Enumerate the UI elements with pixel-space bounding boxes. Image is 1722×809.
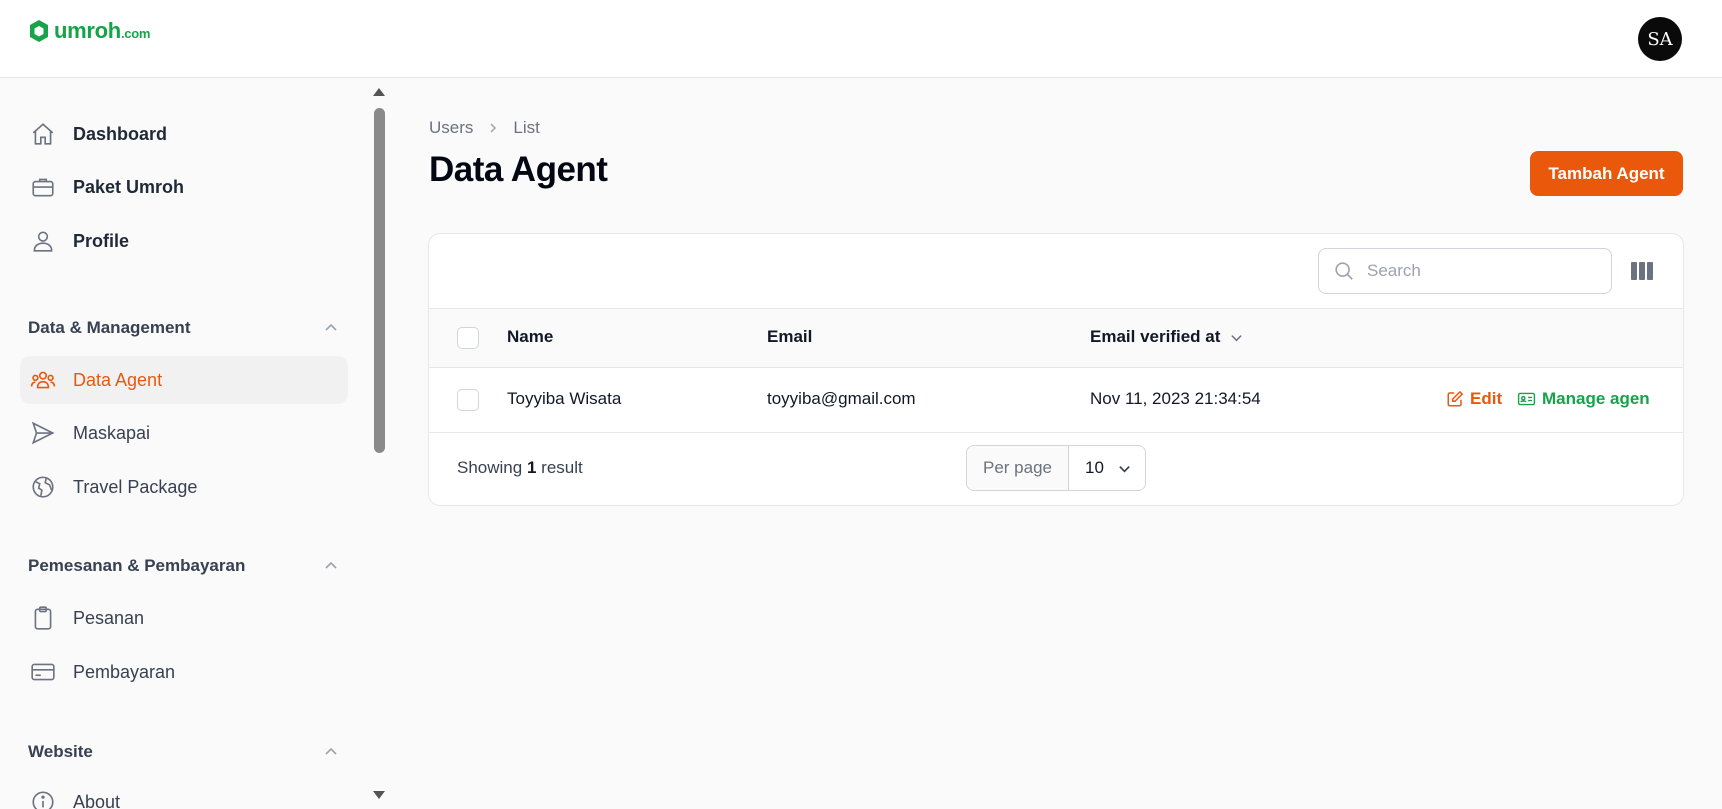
table-header: Name Email Email verified at (429, 308, 1683, 368)
column-header-name: Name (507, 327, 554, 346)
per-page-select[interactable]: Per page 10 (966, 445, 1146, 491)
sidebar-item-label: Pembayaran (73, 661, 176, 682)
brand-name: umroh.com (54, 18, 151, 43)
sidebar-item-label: Paket Umroh (73, 176, 185, 197)
info-icon (30, 789, 56, 809)
sidebar-item-label: Profile (73, 230, 130, 251)
group-title: Pemesanan & Pembayaran (28, 556, 246, 575)
chevron-right-icon (490, 123, 497, 133)
scroll-down-arrow[interactable] (373, 791, 385, 799)
cell-email: toyyiba@gmail.com (767, 389, 916, 408)
add-agent-button[interactable]: Tambah Agent (1530, 151, 1683, 196)
edit-action-link[interactable]: Edit (1446, 389, 1502, 409)
column-header-email: Email (767, 327, 813, 346)
sidebar-item-label: Pesanan (73, 607, 145, 628)
chevron-up-icon (325, 747, 337, 755)
breadcrumb-users-link[interactable]: Users (429, 118, 473, 138)
search-field[interactable] (1318, 248, 1612, 294)
user-icon (30, 228, 56, 254)
sidebar-item-data-agent[interactable]: Data Agent (20, 356, 348, 404)
group-title: Website (28, 742, 93, 761)
manage-agent-action-link[interactable]: Manage agen (1517, 389, 1650, 409)
globe-icon (30, 474, 56, 500)
sidebar-item-label: Maskapai (73, 422, 151, 443)
sidebar-item-paket-umroh[interactable]: Paket Umroh (20, 163, 348, 211)
chevron-up-icon (325, 561, 337, 569)
results-count: Showing 1 result (457, 458, 583, 477)
columns-icon (1631, 262, 1653, 280)
sidebar-item-dashboard[interactable]: Dashboard (20, 110, 348, 158)
breadcrumb: Users List (429, 118, 540, 138)
sidebar-item-travel-package[interactable]: Travel Package (20, 463, 348, 511)
sidebar-scrollbar-thumb[interactable] (374, 108, 385, 453)
group-toggle-website[interactable]: Website (28, 737, 338, 767)
breadcrumb-current: List (513, 118, 540, 137)
users-icon (30, 367, 56, 393)
search-input[interactable] (1367, 261, 1587, 281)
brand-logo[interactable]: umroh.com (28, 18, 150, 44)
id-card-icon (1517, 392, 1536, 406)
credit-card-icon (30, 659, 56, 685)
agents-table-card: Name Email Email verified at Toyyiba Wis… (428, 233, 1684, 506)
sidebar-item-label: About (73, 791, 121, 809)
column-toggle-button[interactable] (1629, 258, 1655, 284)
cell-name: Toyyiba Wisata (507, 389, 622, 408)
sort-chevron-down-icon (1231, 334, 1243, 341)
table-row: Toyyiba Wisata toyyiba@gmail.com Nov 11,… (429, 368, 1683, 433)
sidebar-item-profile[interactable]: Profile (20, 217, 348, 265)
sidebar-item-label: Dashboard (73, 123, 168, 144)
search-icon (1335, 262, 1353, 280)
edit-icon (1447, 390, 1464, 407)
sidebar-item-label: Data Agent (73, 369, 163, 390)
column-header-email-verified[interactable]: Email verified at (1090, 327, 1243, 347)
chevron-down-icon (1119, 465, 1130, 472)
group-toggle-pemesanan[interactable]: Pemesanan & Pembayaran (28, 551, 338, 581)
briefcase-icon (30, 174, 56, 200)
paper-plane-icon (30, 420, 56, 446)
home-icon (30, 121, 56, 147)
page-title: Data Agent (429, 150, 608, 189)
select-all-checkbox[interactable] (457, 327, 479, 349)
row-checkbox[interactable] (457, 389, 479, 411)
top-bar: umroh.com SA (0, 0, 1722, 78)
sidebar-item-maskapai[interactable]: Maskapai (20, 409, 348, 457)
group-title: Data & Management (28, 318, 191, 337)
sidebar-item-pembayaran[interactable]: Pembayaran (20, 648, 348, 696)
per-page-value[interactable]: 10 (1069, 446, 1145, 490)
user-avatar[interactable]: SA (1638, 17, 1682, 61)
per-page-label: Per page (967, 446, 1069, 490)
group-toggle-data-management[interactable]: Data & Management (28, 313, 338, 343)
sidebar-item-pesanan[interactable]: Pesanan (20, 594, 348, 642)
scroll-up-arrow[interactable] (373, 88, 385, 96)
cell-email-verified: Nov 11, 2023 21:34:54 (1090, 389, 1261, 408)
sidebar-item-about[interactable]: About (20, 778, 348, 809)
sidebar: Dashboard Paket Umroh Profile Data & Man… (0, 78, 388, 809)
chevron-up-icon (325, 323, 337, 331)
clipboard-icon (30, 605, 56, 631)
sidebar-item-label: Travel Package (73, 476, 198, 497)
logo-icon (30, 20, 48, 42)
